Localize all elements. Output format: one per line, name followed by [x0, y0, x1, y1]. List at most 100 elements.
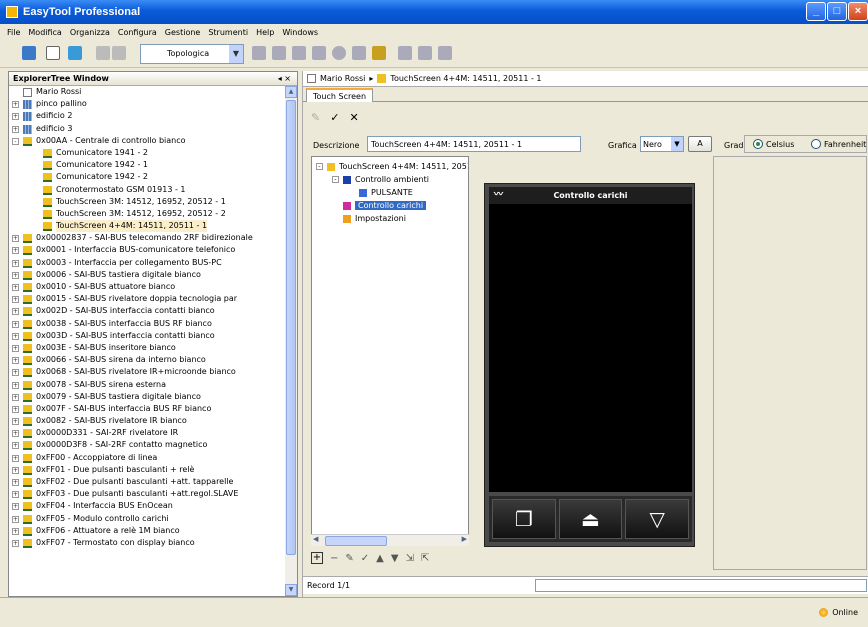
- confirm-icon[interactable]: ✓: [330, 111, 339, 124]
- tree-item[interactable]: + edificio 3: [9, 123, 287, 135]
- tree-item[interactable]: +0x0066 - SAI-BUS sirena da interno bian…: [9, 354, 287, 366]
- panel-controls[interactable]: ◂ ×: [278, 74, 291, 83]
- open-icon[interactable]: [46, 46, 60, 60]
- tree-item[interactable]: +0xFF03 - Due pulsanti basculanti +att.r…: [9, 488, 287, 500]
- panel-icon[interactable]: [352, 46, 366, 60]
- expander-icon[interactable]: +: [12, 235, 19, 243]
- tree-item[interactable]: +0x0038 - SAI-BUS interfaccia BUS RF bia…: [9, 318, 287, 330]
- expander-icon[interactable]: +: [12, 405, 19, 413]
- tree-item[interactable]: +0xFF04 - Interfaccia BUS EnOcean: [9, 500, 287, 512]
- menu-file[interactable]: File: [3, 28, 24, 37]
- tree-item[interactable]: +0xFF00 - Accoppiatore di linea: [9, 452, 287, 464]
- expander-icon[interactable]: +: [12, 381, 19, 389]
- expander-icon[interactable]: +: [12, 393, 19, 401]
- maximize-button[interactable]: □: [827, 2, 847, 21]
- tree-item[interactable]: +0x0010 - SAI-BUS attuatore bianco: [9, 281, 287, 293]
- screen-tree-item[interactable]: PULSANTE: [348, 187, 413, 199]
- menu-configura[interactable]: Configura: [114, 28, 161, 37]
- expander-icon[interactable]: +: [12, 247, 19, 255]
- tree-item[interactable]: +0x0079 - SAI-BUS tastiera digitale bian…: [9, 391, 287, 403]
- expander-icon[interactable]: +: [12, 125, 19, 133]
- menu-windows[interactable]: Windows: [278, 28, 322, 37]
- tree-item[interactable]: +0xFF02 - Due pulsanti basculanti +att. …: [9, 476, 287, 488]
- move-down-icon[interactable]: ▼: [391, 553, 399, 564]
- expander-icon[interactable]: +: [12, 430, 19, 438]
- remove-icon[interactable]: −: [330, 553, 338, 564]
- close-button[interactable]: ×: [848, 2, 868, 21]
- expander-icon[interactable]: +: [12, 101, 19, 109]
- explorer-scrollbar[interactable]: ▲ ▼: [285, 86, 297, 596]
- edit-icon[interactable]: ✎: [345, 553, 353, 564]
- tree-item[interactable]: +0x0000D331 - SAI-2RF rivelatore IR: [9, 427, 287, 439]
- view-select[interactable]: Topologica ▼: [140, 44, 244, 64]
- description-input[interactable]: TouchScreen 4+4M: 14511, 20511 - 1: [367, 136, 581, 152]
- menu-strumenti[interactable]: Strumenti: [204, 28, 252, 37]
- screen-tree-item[interactable]: Controllo carichi: [332, 200, 427, 212]
- expander-icon[interactable]: +: [12, 271, 19, 279]
- expander-icon[interactable]: +: [12, 515, 19, 523]
- pages-button[interactable]: ❐: [492, 499, 556, 539]
- confirm-icon[interactable]: ✓: [361, 553, 369, 564]
- new-icon[interactable]: [22, 46, 36, 60]
- minimize-button[interactable]: _: [806, 2, 826, 21]
- tree-item[interactable]: +0x0015 - SAI-BUS rivelatore doppia tecn…: [9, 293, 287, 305]
- tree-item[interactable]: +0x0068 - SAI-BUS rivelatore IR+microond…: [9, 366, 287, 378]
- tree-item[interactable]: TouchScreen 3M: 14512, 16952, 20512 - 2: [9, 208, 287, 220]
- expander-icon[interactable]: +: [12, 344, 19, 352]
- tree-item[interactable]: +0xFF01 - Due pulsanti basculanti + relè: [9, 464, 287, 476]
- config-icon[interactable]: [398, 46, 412, 60]
- move-up-icon[interactable]: ▲: [376, 553, 384, 564]
- tree-item[interactable]: +0x0000D3F8 - SAI-2RF contatto magnetico: [9, 439, 287, 451]
- import-icon[interactable]: ⇲: [406, 553, 414, 564]
- save-icon[interactable]: [112, 46, 126, 60]
- expander-icon[interactable]: +: [12, 418, 19, 426]
- expander-icon[interactable]: +: [12, 332, 19, 340]
- expander-icon[interactable]: +: [12, 503, 19, 511]
- tree-item[interactable]: +0xFF06 - Attuatore a relè 1M bianco: [9, 525, 287, 537]
- folder-icon[interactable]: [68, 46, 82, 60]
- hscroll-thumb[interactable]: [325, 536, 387, 546]
- breadcrumb-item[interactable]: TouchScreen 4+4M: 14511, 20511 - 1: [390, 74, 541, 83]
- tree-item[interactable]: Mario Rossi: [9, 86, 287, 98]
- expander-icon[interactable]: +: [12, 466, 19, 474]
- tree-item[interactable]: +0x0001 - Interfaccia BUS-comunicatore t…: [9, 244, 287, 256]
- expander-icon[interactable]: +: [12, 320, 19, 328]
- font-button[interactable]: A: [688, 136, 712, 152]
- tree-item[interactable]: +0x002D - SAI-BUS interfaccia contatti b…: [9, 305, 287, 317]
- expander-icon[interactable]: +: [12, 539, 19, 547]
- network-icon[interactable]: [292, 46, 306, 60]
- tree-item[interactable]: +0xFF05 - Modulo controllo carichi: [9, 513, 287, 525]
- module-icon[interactable]: [312, 46, 326, 60]
- tab-touch-screen[interactable]: Touch Screen: [306, 88, 374, 102]
- expander-icon[interactable]: -: [316, 163, 323, 170]
- expander-icon[interactable]: -: [332, 176, 339, 183]
- expander-icon[interactable]: +: [12, 296, 19, 304]
- edit-icon[interactable]: ✎: [311, 111, 320, 124]
- expander-icon[interactable]: -: [12, 137, 19, 145]
- device-tool-icon[interactable]: [252, 46, 266, 60]
- expander-icon[interactable]: +: [12, 284, 19, 291]
- expander-icon[interactable]: +: [12, 491, 19, 499]
- tree-item[interactable]: +0x003E - SAI-BUS inseritore bianco: [9, 342, 287, 354]
- menu-help[interactable]: Help: [252, 28, 278, 37]
- tree-item[interactable]: +0x0078 - SAI-BUS sirena esterna: [9, 379, 287, 391]
- expander-icon[interactable]: +: [12, 479, 19, 486]
- expander-icon[interactable]: +: [12, 442, 19, 450]
- tree-item[interactable]: +0x007F - SAI-BUS interfaccia BUS RF bia…: [9, 403, 287, 415]
- tree-item[interactable]: +0x00002837 - SAI-BUS telecomando 2RF bi…: [9, 232, 287, 244]
- scroll-right-icon[interactable]: ▶: [462, 535, 467, 543]
- chevron-down-icon[interactable]: ▼: [671, 137, 683, 151]
- sphere-icon[interactable]: [332, 46, 346, 60]
- screen-tree-item[interactable]: - Controllo ambienti: [332, 174, 429, 186]
- tree-item[interactable]: +0x0003 - Interfaccia per collegamento B…: [9, 257, 287, 269]
- expander-icon[interactable]: +: [12, 357, 19, 365]
- celsius-radio[interactable]: [753, 139, 763, 149]
- expander-icon[interactable]: +: [12, 369, 19, 377]
- tree-item[interactable]: Comunicatore 1942 - 2: [9, 171, 287, 183]
- expander-icon[interactable]: +: [12, 259, 19, 267]
- tree-item[interactable]: Cronotermostato GSM 01913 - 1: [9, 184, 287, 196]
- scroll-up-icon[interactable]: ▲: [285, 86, 297, 98]
- tree-item[interactable]: - 0x00AA - Centrale di controllo bianco: [9, 135, 287, 147]
- tree-item[interactable]: TouchScreen 3M: 14512, 16952, 20512 - 1: [9, 196, 287, 208]
- scroll-left-icon[interactable]: ◀: [313, 535, 318, 543]
